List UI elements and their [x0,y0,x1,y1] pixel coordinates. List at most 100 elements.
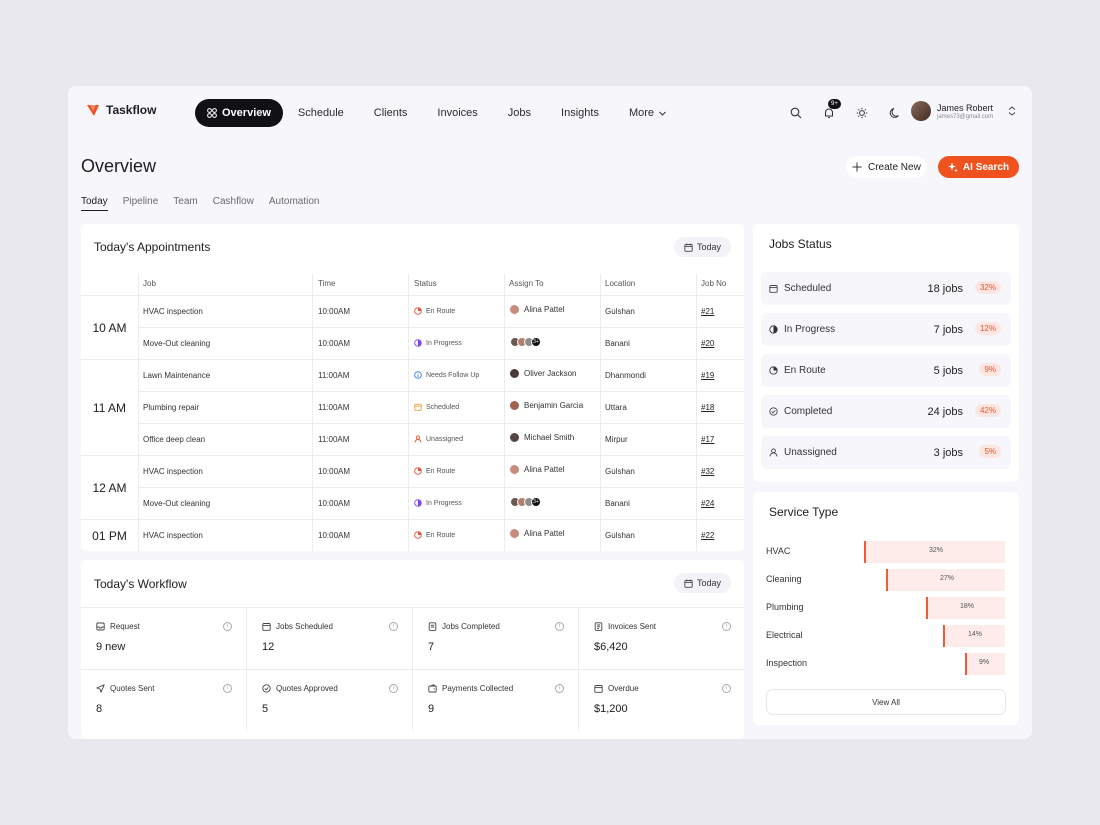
status-cell: Unassigned [414,435,463,443]
metric-payments-collected[interactable]: Payments Collected i 9 [413,669,579,731]
metric-label: Payments Collected [442,684,514,693]
nav-jobs[interactable]: Jobs [493,99,546,127]
status-count: 24 jobs [927,406,963,418]
table-row[interactable]: HVAC inspection 10:00AM En Route Alina P… [138,455,744,487]
table-row[interactable]: Office deep clean 11:00AM Unassigned Mic… [138,423,744,455]
tab-today[interactable]: Today [81,196,108,211]
assignee-cell: Alina Pattel [510,465,564,474]
info-icon[interactable]: i [223,622,232,631]
job-time: 10:00AM [318,307,351,316]
tab-team[interactable]: Team [173,196,197,211]
job-number-link[interactable]: #19 [701,371,714,380]
job-number-link[interactable]: #32 [701,467,714,476]
grid-icon [207,108,217,118]
service-row[interactable]: HVAC 32% [766,541,1007,563]
status-row-unassigned[interactable]: Unassigned 3 jobs 5% [761,436,1011,469]
info-icon[interactable]: i [555,684,564,693]
job-time: 10:00AM [318,339,351,348]
status-row-scheduled[interactable]: Scheduled 18 jobs 32% [761,272,1011,305]
job-number-link[interactable]: #24 [701,499,714,508]
jobs-status-title: Jobs Status [769,237,832,251]
nav-schedule[interactable]: Schedule [283,99,359,127]
tab-automation[interactable]: Automation [269,196,320,211]
chevron-down-icon [659,111,666,116]
job-time: 11:00AM [318,371,350,380]
more-avatars-badge: 3+ [531,337,541,347]
job-name: Plumbing repair [143,403,200,412]
service-row[interactable]: Plumbing 18% [766,597,1007,619]
check-circle-icon [262,684,271,693]
tab-pipeline[interactable]: Pipeline [123,196,159,211]
service-name: HVAC [766,546,791,556]
metric-quotes-approved[interactable]: Quotes Approved i 5 [247,669,413,731]
info-icon[interactable]: i [555,622,564,631]
job-time: 11:00AM [318,435,350,444]
search-button[interactable] [786,103,806,123]
nav-invoices[interactable]: Invoices [422,99,492,127]
status-name: Scheduled [784,283,832,294]
nav-insights[interactable]: Insights [546,99,614,127]
view-all-button[interactable]: View All [766,689,1006,715]
service-bar: 32% [864,541,1005,563]
quarter-circle-icon [769,366,778,375]
metric-overdue[interactable]: Overdue i $1,200 [579,669,744,731]
calendar-icon [769,285,778,293]
info-icon[interactable]: i [389,684,398,693]
clipboard-check-icon [428,622,437,631]
calendar-alert-icon [594,685,603,693]
table-row[interactable]: Lawn Maintenance 11:00AM Needs Follow Up… [138,359,744,391]
status-row-in-progress[interactable]: In Progress 7 jobs 12% [761,313,1011,346]
table-row[interactable]: Move-Out cleaning 10:00AM In Progress 3+… [138,487,744,519]
create-new-button[interactable]: Create New [846,156,927,178]
tab-cashflow[interactable]: Cashflow [213,196,254,211]
status-row-en-route[interactable]: En Route 5 jobs 9% [761,354,1011,387]
service-bar-track: 32% [864,541,1005,563]
job-number-link[interactable]: #17 [701,435,714,444]
job-number-link[interactable]: #22 [701,531,714,540]
status-cell: In Progress [414,499,462,507]
job-number-link[interactable]: #18 [701,403,714,412]
workflow-date-filter[interactable]: Today [674,573,732,593]
ai-search-button[interactable]: AI Search [938,156,1019,178]
metric-quotes-sent[interactable]: Quotes Sent i 8 [81,669,247,731]
metric-jobs-scheduled[interactable]: Jobs Scheduled i 12 [247,607,413,669]
job-number-link[interactable]: #20 [701,339,714,348]
service-row[interactable]: Cleaning 27% [766,569,1007,591]
metric-jobs-completed[interactable]: Jobs Completed i 7 [413,607,579,669]
status-row-completed[interactable]: Completed 24 jobs 42% [761,395,1011,428]
table-row[interactable]: Move-Out cleaning 10:00AM In Progress 3+… [138,327,744,359]
job-name: Lawn Maintenance [143,371,211,380]
avatar [510,369,519,378]
service-type-card: Service Type HVAC 32% Cleaning 27% Plumb… [753,492,1019,725]
metric-request[interactable]: Request i 9 new [81,607,247,669]
nav-more[interactable]: More [614,99,682,127]
info-icon[interactable]: i [722,684,731,693]
nav-clients[interactable]: Clients [359,99,423,127]
status-label-row: Scheduled [769,283,831,294]
en-route-icon [414,467,422,475]
notifications-button[interactable]: 9+ [819,99,841,123]
service-row[interactable]: Electrical 14% [766,625,1007,647]
info-icon[interactable]: i [223,684,232,693]
info-icon[interactable]: i [722,622,731,631]
user-menu[interactable]: James Robert james73@gmail.com [911,101,1017,121]
status-label: Needs Follow Up [426,371,480,379]
service-bar: 27% [886,569,1005,591]
job-number-link[interactable]: #21 [701,307,714,316]
info-icon[interactable]: i [389,622,398,631]
appointments-date-filter[interactable]: Today [674,237,732,257]
wallet-icon [428,684,437,693]
taskflow-logo-icon [87,105,99,116]
nav-overview[interactable]: Overview [195,99,283,127]
light-mode-button[interactable] [852,103,872,123]
service-row[interactable]: Inspection 9% [766,653,1007,675]
logo[interactable]: Taskflow [86,103,156,117]
metric-value: 9 [428,703,435,715]
metric-value: 7 [428,641,435,653]
table-row[interactable]: HVAC inspection 10:00AM En Route Alina P… [138,519,744,551]
dark-mode-button[interactable] [885,103,905,123]
table-row[interactable]: Plumbing repair 11:00AM Scheduled Benjam… [138,391,744,423]
status-name: En Route [784,365,826,376]
metric-invoices-sent[interactable]: Invoices Sent i $6,420 [579,607,744,669]
table-row[interactable]: HVAC inspection 10:00AM En Route Alina P… [138,295,744,327]
